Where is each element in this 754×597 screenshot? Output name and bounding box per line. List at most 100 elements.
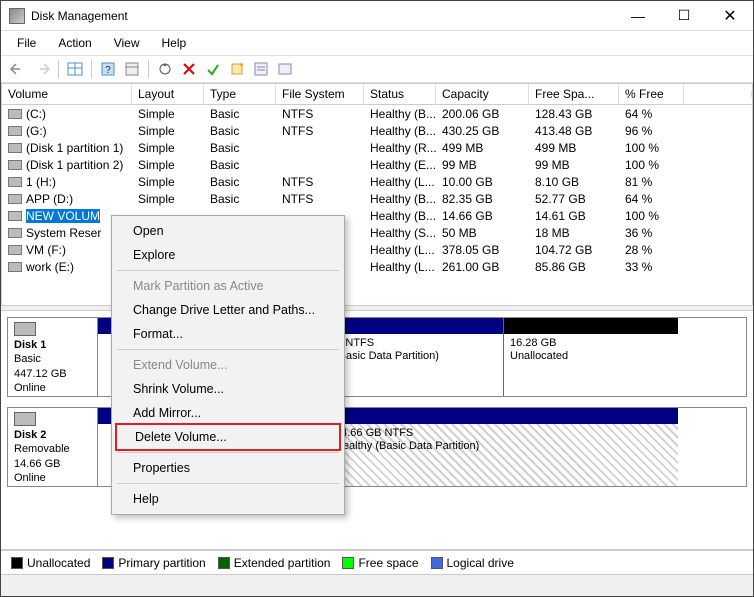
cell-cap: 50 MB [436,226,529,240]
help-button[interactable]: ? [97,58,119,80]
volume-icon [8,160,22,170]
col-freespace[interactable]: Free Spa... [529,84,619,104]
legend-item: Unallocated [11,556,90,570]
cell-pct: 36 % [619,226,684,240]
legend-swatch [218,557,230,569]
disk-info: Disk 1Basic447.12 GBOnline [8,318,98,396]
cell-free: 499 MB [529,141,619,155]
cell-cap: 499 MB [436,141,529,155]
menu-item-change-drive-letter-and-paths[interactable]: Change Drive Letter and Paths... [115,298,341,322]
cell-type: Basic [204,124,276,138]
cell-status: Healthy (B... [364,209,436,223]
partition-body: B NTFS(Basic Data Partition) [329,334,503,396]
cell-layout: Simple [132,175,204,189]
volume-icon [8,228,22,238]
cell-pct: 33 % [619,260,684,274]
disk-icon [14,412,36,426]
maximize-button[interactable]: ☐ [661,1,707,30]
cell-free: 104.72 GB [529,243,619,257]
cell-type: Basic [204,141,276,155]
partition-body: 16.28 GBUnallocated [504,334,678,396]
menu-item-open[interactable]: Open [115,219,341,243]
cell-cap: 14.66 GB [436,209,529,223]
cell-status: Healthy (B... [364,107,436,121]
menu-item-extend-volume: Extend Volume... [115,353,341,377]
volume-name-cell: (C:) [2,107,132,121]
menu-separator [117,452,339,453]
delete-button[interactable] [178,58,200,80]
cell-type: Basic [204,175,276,189]
disk-size: 14.66 GB [14,458,60,470]
volume-name: work (E:) [26,260,74,274]
volume-icon [8,126,22,136]
back-button[interactable] [7,58,29,80]
col-type[interactable]: Type [204,84,276,104]
menu-help[interactable]: Help [152,33,197,53]
properties-button[interactable] [250,58,272,80]
disk-name: Disk 2 [14,429,46,441]
partition-body: 14.66 GB NTFSHealthy (Basic Data Partiti… [329,424,678,486]
cell-layout: Simple [132,158,204,172]
col-layout[interactable]: Layout [132,84,204,104]
volume-name: (G:) [26,124,47,138]
col-status[interactable]: Status [364,84,436,104]
menu-item-shrink-volume[interactable]: Shrink Volume... [115,377,341,401]
legend: UnallocatedPrimary partitionExtended par… [1,550,753,574]
menu-separator [117,483,339,484]
table-row[interactable]: (C:)SimpleBasicNTFSHealthy (B...200.06 G… [2,105,752,122]
partition[interactable]: 16.28 GBUnallocated [503,318,678,396]
cell-fs: NTFS [276,107,364,121]
cell-free: 128.43 GB [529,107,619,121]
partition[interactable]: B NTFS(Basic Data Partition) [328,318,503,396]
legend-item: Logical drive [431,556,514,570]
menu-action[interactable]: Action [48,33,101,53]
cell-layout: Simple [132,141,204,155]
volume-icon [8,177,22,187]
table-row[interactable]: (Disk 1 partition 2)SimpleBasicHealthy (… [2,156,752,173]
volume-name-cell: (Disk 1 partition 2) [2,158,132,172]
menu-item-help[interactable]: Help [115,487,341,511]
menu-item-delete-volume[interactable]: Delete Volume... [117,425,339,449]
partition-line: (Basic Data Partition) [335,350,497,363]
table-row[interactable]: (Disk 1 partition 1)SimpleBasicHealthy (… [2,139,752,156]
col-volume[interactable]: Volume [2,84,132,104]
settings-button[interactable] [121,58,143,80]
menu-view[interactable]: View [104,33,150,53]
menu-item-format[interactable]: Format... [115,322,341,346]
minimize-button[interactable]: — [615,1,661,30]
menu-item-properties[interactable]: Properties [115,456,341,480]
col-pctfree[interactable]: % Free [619,84,684,104]
volume-table-header: Volume Layout Type File System Status Ca… [1,83,753,105]
cell-cap: 261.00 GB [436,260,529,274]
refresh-button[interactable] [154,58,176,80]
table-row[interactable]: (G:)SimpleBasicNTFSHealthy (B...430.25 G… [2,122,752,139]
partition-bar [504,318,678,334]
volume-icon [8,143,22,153]
col-capacity[interactable]: Capacity [436,84,529,104]
volume-name: NEW VOLUM [26,209,100,223]
titlebar: Disk Management — ☐ ✕ [1,1,753,31]
list-button[interactable] [274,58,296,80]
cell-pct: 100 % [619,158,684,172]
table-row[interactable]: APP (D:)SimpleBasicNTFSHealthy (B...82.3… [2,190,752,207]
volume-name: (C:) [26,107,46,121]
new-button[interactable] [226,58,248,80]
cell-fs: NTFS [276,192,364,206]
apply-button[interactable] [202,58,224,80]
cell-pct: 100 % [619,209,684,223]
col-filesystem[interactable]: File System [276,84,364,104]
menu-item-explore[interactable]: Explore [115,243,341,267]
toolbar: ? [1,55,753,83]
legend-item: Extended partition [218,556,331,570]
partition-line: Unallocated [510,350,672,363]
menu-item-add-mirror[interactable]: Add Mirror... [115,401,341,425]
volume-name-cell: APP (D:) [2,192,132,206]
cell-pct: 81 % [619,175,684,189]
table-row[interactable]: 1 (H:)SimpleBasicNTFSHealthy (L...10.00 … [2,173,752,190]
volume-name: System Reser [26,226,101,240]
partition[interactable]: 14.66 GB NTFSHealthy (Basic Data Partiti… [328,408,678,486]
forward-button[interactable] [31,58,53,80]
details-view-button[interactable] [64,58,86,80]
menu-file[interactable]: File [7,33,46,53]
close-button[interactable]: ✕ [707,1,753,30]
